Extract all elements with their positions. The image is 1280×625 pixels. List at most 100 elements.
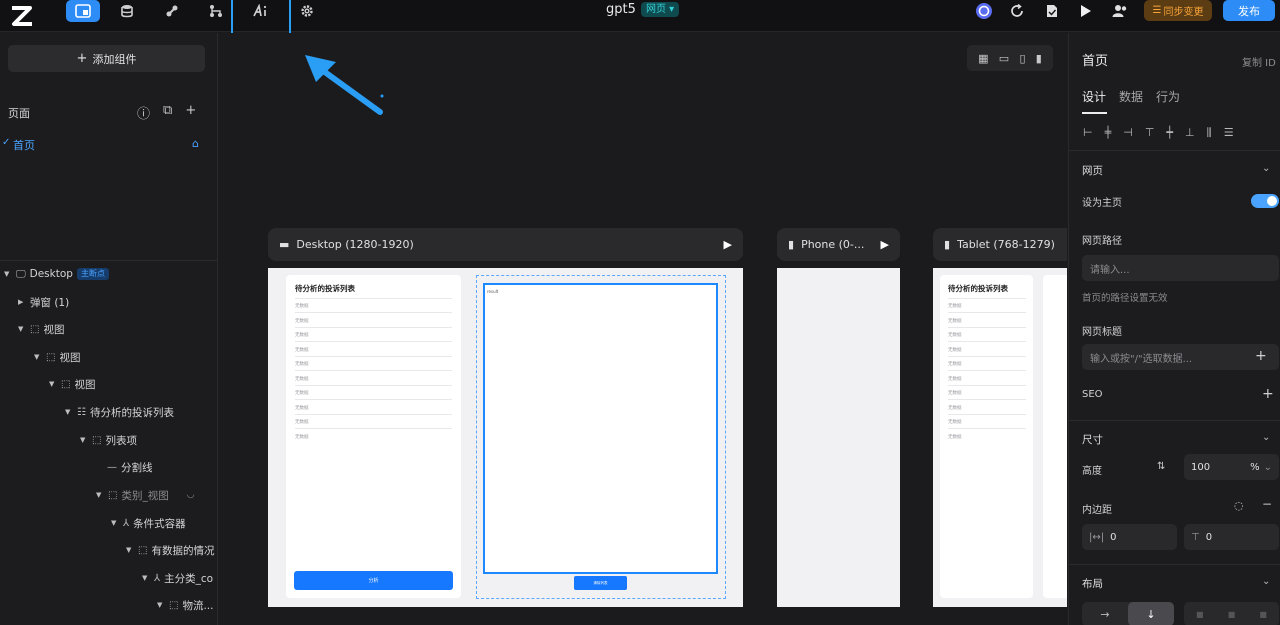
tree-node-label: 条件式容器	[133, 517, 186, 530]
pages-icon[interactable]	[66, 0, 100, 22]
tablet-frame[interactable]: 待分析的投诉列表 无数据 无数据 无数据 无数据 无数据 无数据 无数据 无数据…	[933, 268, 1067, 607]
tree-node-logistics[interactable]: ▼ ⬚ 物流...	[157, 596, 213, 614]
play-icon[interactable]	[1069, 0, 1103, 22]
align-bottom-icon[interactable]: ⊥	[1185, 126, 1195, 140]
tree-node-popup[interactable]: ▶ 弹窗 (1)	[18, 293, 69, 311]
tree-node-conditional[interactable]: ▼ ⅄ 条件式容器	[111, 514, 186, 532]
align-left-icon[interactable]: ⊢	[1083, 126, 1093, 140]
card-title: 待分析的投诉列表	[948, 284, 1008, 293]
card-title: 待分析的投诉列表	[295, 284, 355, 293]
play-icon[interactable]: ▶	[724, 238, 732, 251]
minus-icon[interactable]: −	[1262, 497, 1272, 511]
phone-frame[interactable]	[777, 268, 900, 607]
page-path-input[interactable]: 请输入...	[1082, 255, 1279, 281]
tree-node-list[interactable]: ▼ ☷ 待分析的投诉列表	[65, 403, 174, 421]
divider	[948, 341, 1026, 342]
layout-align-toggle[interactable]: ■ ■ ■	[1184, 602, 1279, 625]
logo-icon[interactable]	[10, 5, 34, 27]
page-title-label: 网页标题	[1082, 327, 1122, 338]
sync-changes-button[interactable]: ☰ 同步变更	[1144, 0, 1212, 21]
list-item: 无数据	[295, 348, 309, 353]
height-input[interactable]: 100 % ⌄	[1184, 454, 1279, 480]
tree-node-category-view[interactable]: ▼ ⬚ 类别_视图 ◡	[96, 486, 195, 504]
padding-vertical-input[interactable]: ⊤ 0	[1184, 524, 1279, 550]
plugin-icon[interactable]	[155, 0, 189, 22]
tree-node-has-data[interactable]: ▼ ⬚ 有数据的情况	[126, 541, 214, 559]
settings-icon[interactable]	[290, 0, 324, 22]
arrow-down-icon[interactable]: ↓	[1128, 602, 1174, 625]
workflow-icon[interactable]	[199, 0, 233, 22]
copy-id-button[interactable]: 复制 ID	[1242, 54, 1276, 69]
align-center-v-icon[interactable]: ┿	[1166, 126, 1173, 140]
divider	[948, 298, 1026, 299]
users-icon[interactable]	[1103, 0, 1137, 22]
padding-sides-icon[interactable]: ◌	[1234, 499, 1244, 512]
set-home-toggle[interactable]	[1251, 194, 1279, 208]
complaint-list-card[interactable]: 待分析的投诉列表 无数据 无数据 无数据 无数据 无数据 无数据 无数据 无数据…	[940, 275, 1033, 598]
tablet-frame-header[interactable]: ▮ Tablet (768-1279)	[933, 228, 1067, 261]
tree-node-view[interactable]: ▼ ⬚ 视图	[18, 320, 64, 338]
refresh-icon[interactable]	[1000, 0, 1034, 22]
distribute-v-icon[interactable]: ☰	[1224, 126, 1234, 140]
phone-frame-label: Phone (0-...	[801, 238, 865, 251]
phone-view-icon[interactable]: ▯	[1019, 52, 1025, 65]
tablet-view-icon[interactable]: ▮	[1036, 52, 1042, 65]
add-folder-icon[interactable]: ⧉	[163, 103, 172, 122]
plus-icon: +	[76, 51, 88, 66]
set-home-label: 设为主页	[1082, 198, 1122, 209]
arrow-right-icon[interactable]: →	[1082, 602, 1128, 625]
tab-design[interactable]: 设计	[1082, 88, 1106, 105]
info-icon[interactable]: ⓘ	[137, 103, 150, 122]
chat-bot-icon[interactable]	[967, 0, 1001, 22]
database-icon[interactable]	[110, 0, 144, 22]
tree-node-main-category[interactable]: ▼ ⅄ 主分类_co	[142, 569, 213, 587]
list-item: 无数据	[295, 406, 309, 411]
result-box[interactable]: result	[483, 283, 718, 574]
chevron-down-icon[interactable]: ⌄	[1262, 163, 1270, 174]
add-component-button[interactable]: + 添加组件	[8, 45, 205, 72]
analyze-button[interactable]: 分析	[294, 571, 453, 590]
page-title-input[interactable]: 输入或按"/"选取数据...	[1082, 344, 1279, 370]
hidden-eye-icon[interactable]: ◡	[187, 490, 195, 500]
align-right-icon[interactable]: ⊣	[1123, 126, 1133, 140]
list-item: 无数据	[948, 406, 962, 411]
tree-node-view[interactable]: ▼ ⬚ 视图	[34, 348, 80, 366]
add-seo-icon[interactable]: +	[1262, 386, 1274, 402]
desktop-frame-header[interactable]: ▬ Desktop (1280-1920) ▶	[268, 228, 743, 261]
design-canvas[interactable]: ▦ ▭ ▯ ▮ ▬ Desktop (1280-1920) ▶ 待分析的投诉列表…	[219, 33, 1067, 625]
phone-frame-header[interactable]: ▮ Phone (0-... ▶	[777, 228, 900, 261]
annotation-arrow-icon	[305, 55, 384, 115]
clear-list-button[interactable]: 清除列表	[574, 576, 627, 590]
distribute-h-icon[interactable]: ⫼	[1207, 126, 1212, 140]
tab-data[interactable]: 数据	[1119, 88, 1143, 105]
tree-node-label: 视图	[74, 378, 96, 391]
height-mode-icon[interactable]: ⇅	[1157, 461, 1165, 472]
publish-button[interactable]: 发布	[1223, 0, 1275, 21]
tree-node-desktop[interactable]: ▼ 🖵 Desktop 主断点	[4, 265, 109, 283]
result-card[interactable]	[1043, 275, 1067, 598]
play-icon[interactable]: ▶	[881, 238, 889, 251]
page-type-badge[interactable]: 网页 ▾	[641, 2, 680, 17]
tab-behavior[interactable]: 行为	[1156, 88, 1180, 105]
complaint-list-card[interactable]: 待分析的投诉列表 无数据 无数据 无数据 无数据 无数据 无数据 无数据 无数据…	[286, 275, 461, 598]
caret-down-icon: ▼	[80, 436, 86, 444]
tree-node-view[interactable]: ▼ ⬚ 视图	[49, 375, 95, 393]
tree-node-divider[interactable]: — 分割线	[107, 458, 153, 476]
divider	[948, 428, 1026, 429]
padding-horizontal-input[interactable]: |↔| 0	[1082, 524, 1177, 550]
tree-node-list-item[interactable]: ▼ ⬚ 列表项	[80, 431, 137, 449]
desktop-view-icon[interactable]: ▭	[999, 52, 1009, 65]
desktop-frame[interactable]: 待分析的投诉列表 无数据 无数据 无数据 无数据 无数据 无数据 无数据 无数据…	[268, 268, 743, 607]
grid-view-icon[interactable]: ▦	[978, 52, 988, 65]
add-data-icon[interactable]: +	[1255, 348, 1267, 364]
chevron-down-icon[interactable]: ⌄	[1262, 432, 1270, 443]
file-check-icon[interactable]	[1035, 0, 1069, 22]
divider	[295, 370, 452, 371]
align-center-h-icon[interactable]: ╪	[1105, 126, 1112, 140]
align-top-icon[interactable]: ⊤	[1145, 126, 1155, 140]
divider	[295, 356, 452, 357]
caret-down-icon: ▼	[4, 270, 10, 278]
page-item-home[interactable]: ✓ 首页 ⌂	[0, 135, 218, 153]
chevron-down-icon[interactable]: ⌄	[1262, 576, 1270, 587]
add-page-icon[interactable]: +	[185, 103, 196, 122]
